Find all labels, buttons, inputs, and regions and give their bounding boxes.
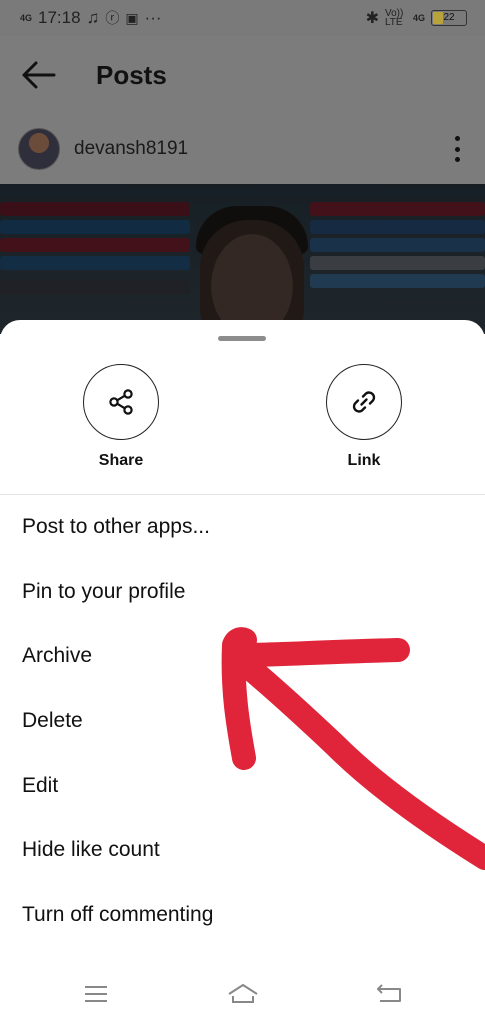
link-label: Link [347,452,381,469]
menu-item-turn-off-commenting[interactable]: Turn off commenting [0,883,485,948]
options-menu: Post to other apps... Pin to your profil… [0,495,485,948]
menu-icon[interactable] [82,982,112,1006]
more-notifications-icon: ··· [144,8,162,27]
home-icon[interactable] [226,982,260,1006]
menu-item-post-to-other-apps[interactable]: Post to other apps... [0,495,485,560]
volte-indicator: Vo)) LTE [384,8,404,28]
battery-level: 22 [443,12,455,23]
bluetooth-icon: ✱ [365,10,379,27]
page-title: Posts [96,60,167,90]
network-indicator-left: 4G [20,12,33,23]
username[interactable]: devansh8191 [74,138,188,160]
link-button[interactable]: Link [304,364,424,470]
status-bar: 4G 17:18 ♫ ⓡ ▣ ··· ✱ Vo)) LTE 4G 22 [0,0,485,36]
battery-icon: 22 [431,10,467,26]
options-sheet: Share Link Post to other apps... Pin to … [0,320,485,1023]
notification-icon: ⓡ [105,10,120,26]
avatar[interactable] [18,128,60,170]
share-label: Share [98,452,144,469]
menu-item-hide-like-count[interactable]: Hide like count [0,818,485,883]
photo-dim-overlay [0,184,485,334]
network-indicator-right: 4G [412,12,425,23]
share-icon [109,389,133,415]
menu-item-edit[interactable]: Edit [0,754,485,819]
menu-item-delete[interactable]: Delete [0,689,485,754]
back-arrow-icon[interactable] [20,60,56,90]
youtube-icon: ▣ [125,9,139,26]
back-icon[interactable] [374,982,404,1006]
post-header: devansh8191 [0,116,485,184]
menu-item-pin-to-profile[interactable]: Pin to your profile [0,560,485,625]
link-icon [352,391,376,413]
music-icon: ♫ [86,8,100,27]
sheet-drag-handle[interactable] [218,336,266,341]
system-nav-bar [0,966,485,1023]
share-button[interactable]: Share [61,364,181,470]
status-time: 17:18 [38,8,81,27]
menu-item-archive[interactable]: Archive [0,624,485,689]
app-bar: Posts [0,36,485,116]
more-options-icon[interactable] [453,136,461,162]
